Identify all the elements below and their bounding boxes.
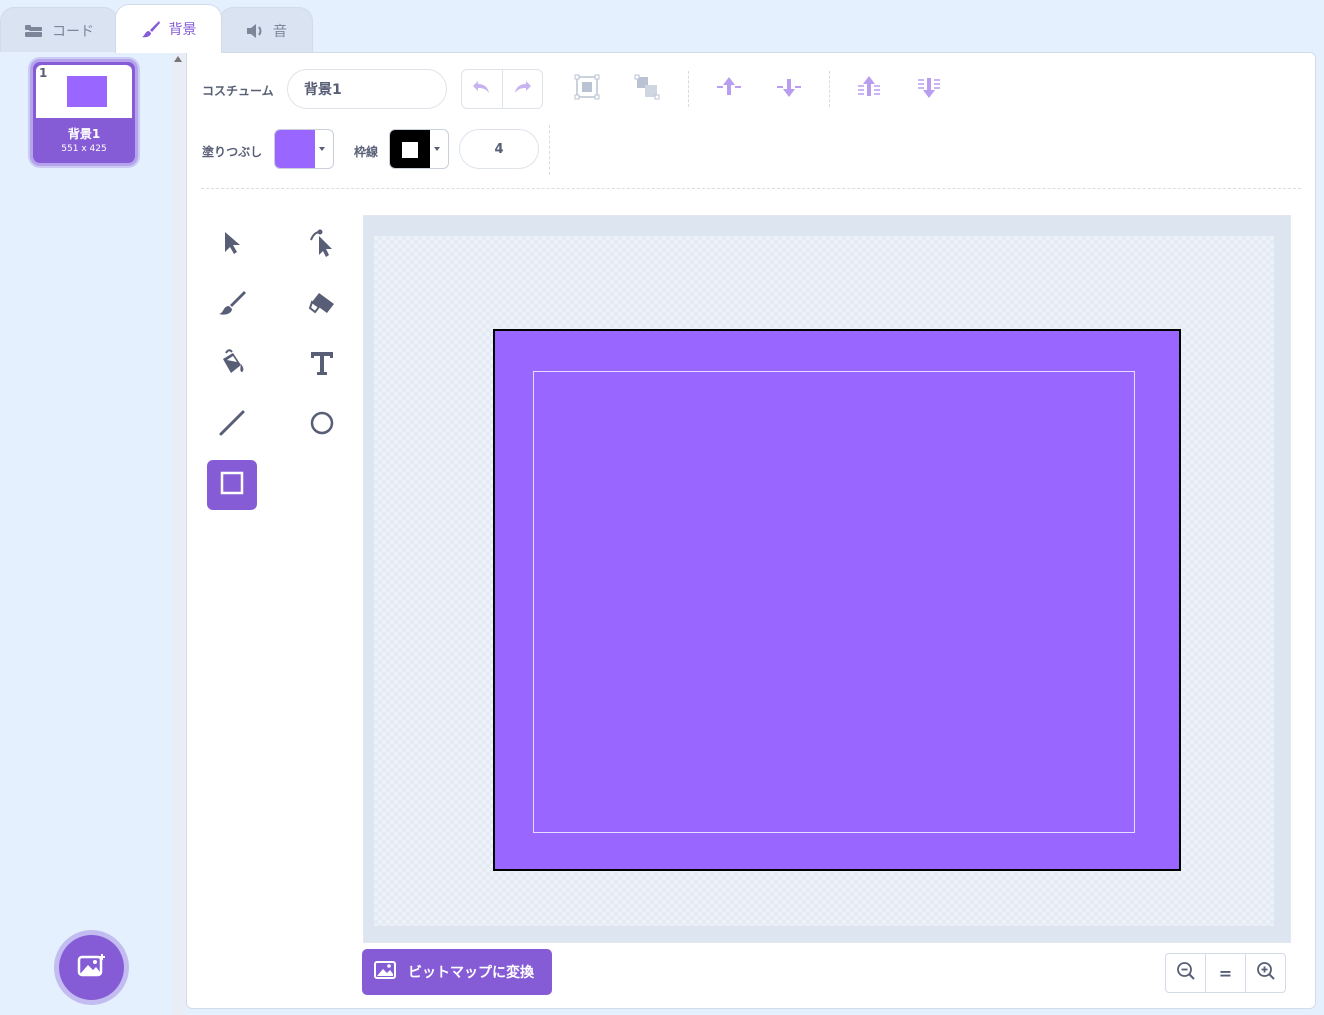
zoom-in-icon <box>1256 961 1276 985</box>
code-icon <box>24 23 44 39</box>
add-image-icon <box>77 953 107 983</box>
costume-list-pane <box>0 52 172 1015</box>
undo-icon <box>472 79 492 99</box>
rectangle-tool[interactable] <box>207 460 257 510</box>
tab-backdrop-label: 背景 <box>168 22 197 38</box>
line-tool[interactable] <box>207 400 257 450</box>
costume-name: 背景1 <box>67 127 101 141</box>
text-tool[interactable] <box>297 340 347 390</box>
select-tool[interactable] <box>207 220 257 270</box>
speaker-icon <box>245 23 265 39</box>
reshape-icon <box>308 228 336 262</box>
fill-color-picker[interactable] <box>274 129 334 169</box>
costume-index: 1 <box>39 66 48 80</box>
front-button[interactable] <box>849 69 889 109</box>
forward-button[interactable] <box>709 69 749 109</box>
fill-label: 塗りつぶし <box>202 145 263 159</box>
brush-icon <box>141 19 161 39</box>
paintbrush-icon <box>217 289 247 321</box>
brush-tool[interactable] <box>207 280 257 330</box>
send-to-back-icon <box>915 74 943 104</box>
dropdown-caret-icon <box>319 147 325 151</box>
paint-canvas[interactable] <box>374 236 1274 926</box>
circle-icon <box>309 410 335 440</box>
paint-bucket-icon <box>217 349 247 381</box>
image-icon <box>374 961 396 983</box>
tab-backdrop[interactable]: 背景 <box>115 4 222 53</box>
rectangle-icon <box>219 470 245 500</box>
eraser-tool[interactable] <box>297 280 347 330</box>
outline-width-input[interactable]: 4 <box>459 129 539 169</box>
reshape-tool[interactable] <box>297 220 347 270</box>
scroll-up-arrow-icon[interactable] <box>174 56 182 62</box>
tab-code[interactable]: コード <box>0 7 118 53</box>
redo-icon <box>512 79 532 99</box>
zoom-reset-button[interactable]: = <box>1205 954 1245 992</box>
ungroup-icon <box>634 74 660 104</box>
fill-color-swatch <box>275 130 315 168</box>
undo-button[interactable] <box>462 70 503 108</box>
zoom-out-button[interactable] <box>1166 954 1205 992</box>
zoom-controls: = <box>1165 953 1286 993</box>
costume-size: 551 x 425 <box>61 144 107 154</box>
convert-to-bitmap-button[interactable]: ビットマップに変換 <box>362 949 552 995</box>
tab-code-label: コード <box>52 23 94 40</box>
ungroup-button[interactable] <box>627 69 667 109</box>
choose-backdrop-button[interactable] <box>59 935 124 1000</box>
group-button[interactable] <box>567 69 607 109</box>
convert-to-bitmap-label: ビットマップに変換 <box>408 965 534 981</box>
text-t-icon <box>309 350 335 380</box>
editor-tabs: コード 背景 音 <box>0 0 1324 53</box>
costume-item[interactable]: 1 背景1 551 x 425 <box>30 59 138 166</box>
paint-editor: コスチューム 背景1 塗りつぶし 枠線 4 ビットマップに変換 = <box>186 52 1316 1009</box>
zoom-in-button[interactable] <box>1245 954 1285 992</box>
costume-thumbnail-shape <box>67 76 107 107</box>
backward-button[interactable] <box>769 69 809 109</box>
tab-sound-label: 音 <box>273 23 287 40</box>
costume-name-input[interactable]: 背景1 <box>287 69 447 109</box>
circle-tool[interactable] <box>297 400 347 450</box>
costume-label: コスチューム <box>202 84 274 98</box>
paint-canvas-area <box>363 215 1291 943</box>
zoom-out-icon <box>1176 961 1196 985</box>
outline-label: 枠線 <box>354 145 379 159</box>
redo-button[interactable] <box>503 70 543 108</box>
selection-bounds <box>533 371 1135 833</box>
bring-to-front-icon <box>855 74 883 104</box>
undo-redo-group <box>461 69 543 109</box>
toolbar-divider <box>829 71 830 107</box>
group-icon <box>574 74 600 104</box>
tab-sound[interactable]: 音 <box>219 7 313 53</box>
outline-color-swatch <box>390 130 430 168</box>
toolbar-divider <box>688 71 689 107</box>
costume-thumbnail <box>36 65 132 118</box>
outline-color-picker[interactable] <box>389 129 449 169</box>
line-icon <box>218 409 246 441</box>
zoom-reset-label: = <box>1218 963 1233 983</box>
costume-list-scrollbar[interactable] <box>172 52 186 1015</box>
select-arrow-icon <box>220 230 244 260</box>
eraser-icon <box>307 290 337 320</box>
drawn-rectangle[interactable] <box>493 329 1181 871</box>
toolbar-separator <box>201 188 1301 189</box>
back-button[interactable] <box>909 69 949 109</box>
toolbar-divider <box>549 125 550 175</box>
arrow-up-icon <box>715 75 743 103</box>
dropdown-caret-icon <box>434 147 440 151</box>
fill-tool[interactable] <box>207 340 257 390</box>
arrow-down-icon <box>775 75 803 103</box>
